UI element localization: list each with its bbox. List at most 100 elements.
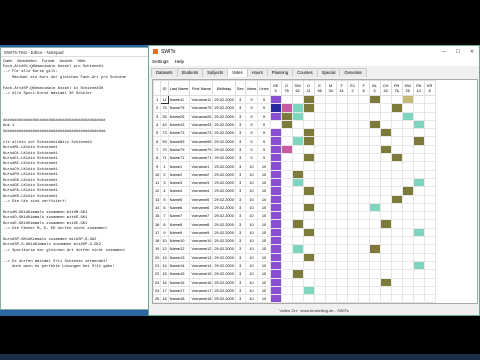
table-cell[interactable]: 9 bbox=[244, 119, 259, 130]
table-cell[interactable]: Vorname79 bbox=[189, 144, 214, 155]
vote-cell[interactable] bbox=[357, 227, 370, 238]
tab-courses[interactable]: Courses bbox=[292, 68, 318, 77]
vote-cell[interactable] bbox=[313, 169, 326, 179]
table-cell[interactable]: 10 bbox=[257, 161, 271, 171]
vote-cell[interactable] bbox=[346, 202, 359, 213]
vote-cell[interactable] bbox=[280, 236, 293, 246]
vote-cell[interactable] bbox=[368, 269, 381, 279]
vote-cell[interactable] bbox=[357, 269, 370, 279]
vote-cell[interactable] bbox=[401, 219, 414, 229]
vote-cell[interactable] bbox=[302, 144, 315, 155]
vote-cell[interactable] bbox=[346, 244, 359, 254]
table-cell[interactable]: 10 bbox=[257, 186, 271, 196]
table-cell[interactable]: 13 bbox=[160, 252, 169, 262]
vote-cell[interactable] bbox=[423, 136, 436, 146]
table-cell[interactable]: 3 bbox=[234, 211, 246, 221]
table-cell[interactable]: 10 bbox=[244, 211, 259, 221]
table-cell[interactable]: 10 bbox=[244, 285, 259, 296]
vote-cell[interactable] bbox=[412, 153, 425, 163]
subject-column-header[interactable]: CH 43 bbox=[379, 80, 392, 96]
table-cell[interactable]: Name26 bbox=[167, 111, 191, 121]
table-cell[interactable]: Name6 bbox=[167, 202, 191, 213]
vote-cell[interactable] bbox=[335, 269, 348, 279]
vote-cell[interactable] bbox=[280, 194, 293, 204]
vote-cell[interactable] bbox=[368, 277, 381, 287]
vote-cell[interactable] bbox=[379, 252, 392, 262]
vote-cell[interactable] bbox=[291, 252, 304, 262]
vote-cell[interactable] bbox=[280, 186, 293, 196]
table-cell[interactable]: 10 bbox=[257, 236, 271, 246]
vote-cell[interactable] bbox=[423, 194, 436, 204]
vote-cell[interactable] bbox=[269, 227, 282, 238]
vote-cell[interactable] bbox=[412, 161, 425, 171]
vote-cell[interactable] bbox=[379, 244, 392, 254]
table-cell[interactable]: Vorname11 bbox=[189, 94, 214, 105]
vote-cell[interactable] bbox=[313, 236, 326, 246]
vote-cell[interactable] bbox=[412, 169, 425, 179]
vote-cell[interactable] bbox=[302, 194, 315, 204]
vote-cell[interactable] bbox=[379, 169, 392, 179]
table-cell[interactable]: 29.02.2000 bbox=[212, 294, 236, 303]
vote-cell[interactable] bbox=[368, 153, 381, 163]
vote-cell[interactable] bbox=[335, 128, 348, 138]
table-cell[interactable]: 29.02.2000 bbox=[212, 144, 236, 155]
table-cell[interactable]: 3 bbox=[234, 260, 246, 271]
table-cell[interactable]: Name2 bbox=[167, 169, 191, 179]
vote-cell[interactable] bbox=[269, 177, 282, 188]
vote-cell[interactable] bbox=[291, 277, 304, 287]
vote-cell[interactable] bbox=[368, 94, 381, 105]
vote-cell[interactable] bbox=[302, 244, 315, 254]
table-cell[interactable]: Vorname59 bbox=[189, 136, 214, 146]
vote-cell[interactable] bbox=[401, 236, 414, 246]
table-cell[interactable]: 10 bbox=[244, 269, 259, 279]
vote-cell[interactable] bbox=[379, 236, 392, 246]
tab-subjects[interactable]: Subjects bbox=[202, 68, 229, 77]
table-row[interactable]: 7 79 Name79 Vorname79 29.02.2000 3 9 9 bbox=[153, 144, 436, 155]
vote-cell[interactable] bbox=[423, 111, 436, 121]
menu-item[interactable]: Help bbox=[175, 59, 184, 64]
vote-cell[interactable] bbox=[291, 136, 304, 146]
vote-cell[interactable] bbox=[291, 236, 304, 246]
vote-cell[interactable] bbox=[291, 153, 304, 163]
vote-cell[interactable] bbox=[324, 227, 337, 238]
vote-cell[interactable] bbox=[379, 294, 392, 303]
vote-cell[interactable] bbox=[269, 219, 282, 229]
vote-cell[interactable] bbox=[346, 294, 359, 303]
table-cell[interactable]: 9 bbox=[257, 136, 271, 146]
vote-cell[interactable] bbox=[401, 194, 414, 204]
vote-cell[interactable] bbox=[357, 111, 370, 121]
vote-cell[interactable] bbox=[335, 260, 348, 271]
vote-cell[interactable] bbox=[280, 144, 293, 155]
table-cell[interactable]: 10 bbox=[244, 194, 259, 204]
vote-cell[interactable] bbox=[390, 244, 403, 254]
table-cell[interactable]: Vorname1 bbox=[189, 161, 214, 171]
vote-cell[interactable] bbox=[390, 161, 403, 171]
vote-cell[interactable] bbox=[390, 103, 403, 113]
vote-cell[interactable] bbox=[357, 119, 370, 130]
table-row[interactable]: 20 13 Name13 Vorname13 29.02.2000 3 10 10 bbox=[153, 252, 436, 262]
vote-cell[interactable] bbox=[368, 236, 381, 246]
table-cell[interactable]: 10 bbox=[244, 252, 259, 262]
table-cell[interactable]: 10 bbox=[257, 219, 271, 229]
table-cell[interactable]: 29.02.2000 bbox=[212, 177, 236, 188]
table-cell[interactable]: 9 bbox=[257, 111, 271, 121]
vote-cell[interactable] bbox=[280, 161, 293, 171]
vote-cell[interactable] bbox=[357, 103, 370, 113]
vote-cell[interactable] bbox=[401, 277, 414, 287]
vote-cell[interactable] bbox=[302, 136, 315, 146]
vote-cell[interactable] bbox=[313, 153, 326, 163]
vote-cell[interactable] bbox=[291, 202, 304, 213]
table-cell[interactable]: Name18 bbox=[167, 294, 191, 303]
vote-cell[interactable] bbox=[401, 285, 414, 296]
vote-cell[interactable] bbox=[291, 285, 304, 296]
table-cell[interactable]: 29.02.2000 bbox=[212, 236, 236, 246]
table-cell[interactable]: 29.02.2000 bbox=[212, 186, 236, 196]
table-row[interactable]: 24 17 Name17 Vorname17 29.02.2000 3 10 10 bbox=[153, 285, 436, 296]
vote-cell[interactable] bbox=[390, 260, 403, 271]
table-cell[interactable]: 9 bbox=[244, 136, 259, 146]
vote-cell[interactable] bbox=[357, 294, 370, 303]
table-cell[interactable]: 29.02.2000 bbox=[212, 227, 236, 238]
table-row[interactable]: 11 3 Name3 Vorname3 29.02.2000 3 10 10 bbox=[153, 177, 436, 188]
vote-cell[interactable] bbox=[280, 94, 293, 105]
vote-cell[interactable] bbox=[324, 103, 337, 113]
